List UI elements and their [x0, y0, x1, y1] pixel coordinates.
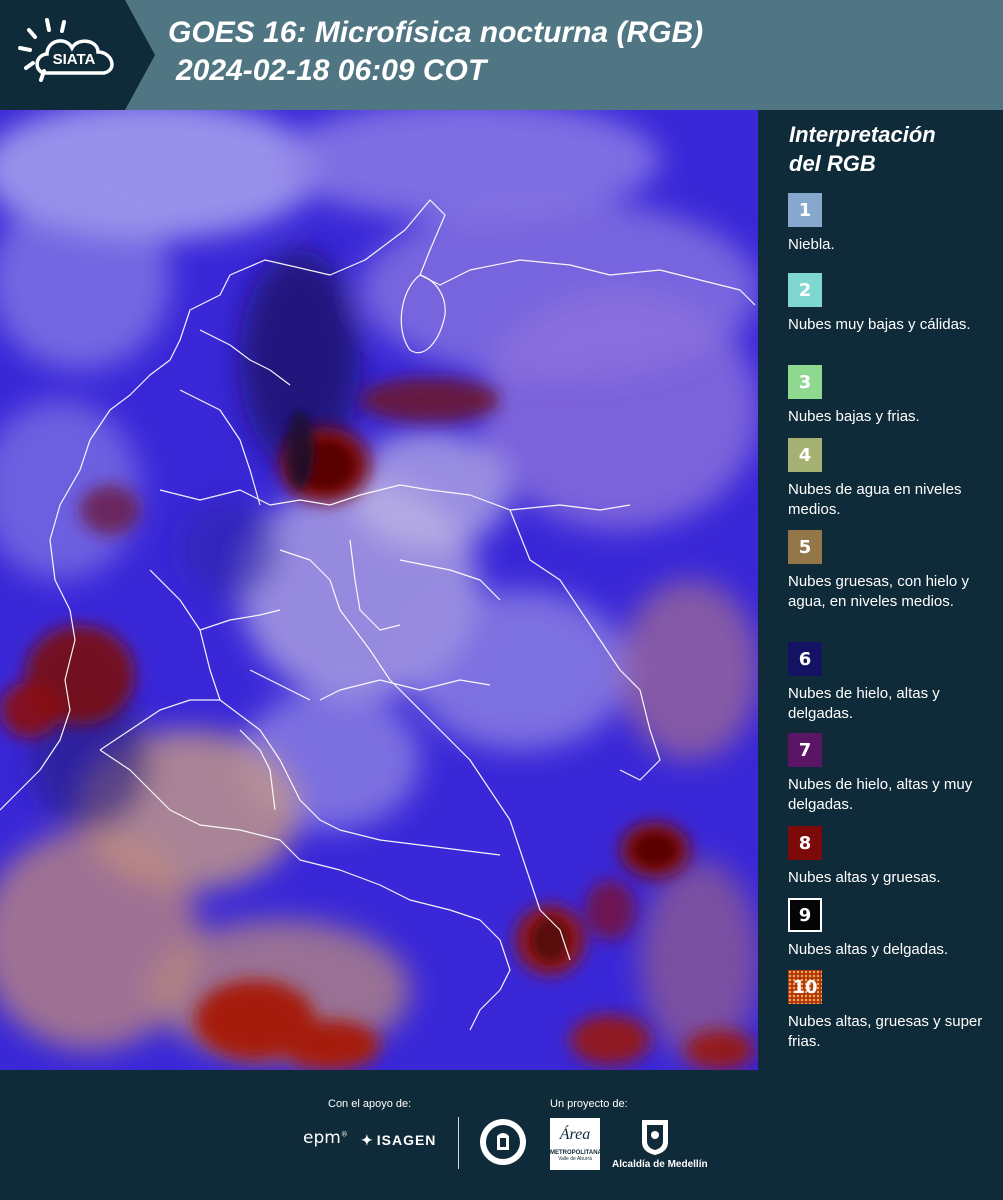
area-logo-script: Área: [559, 1126, 591, 1143]
legend-swatch: 1: [788, 193, 822, 227]
isagen-icon: ✦: [361, 1132, 374, 1148]
title-line-1: GOES 16: Microfísica nocturna (RGB): [168, 16, 704, 49]
legend-title-line-1: Interpretación: [789, 122, 936, 147]
satellite-image: [0, 110, 758, 1070]
legend-item: 6 Nubes de hielo, altas y delgadas.: [788, 642, 988, 724]
legend-swatch: 7: [788, 733, 822, 767]
legend-num: 1: [798, 199, 812, 221]
legend-swatch: 9: [788, 898, 822, 932]
legend-title: Interpretación del RGB: [789, 120, 989, 178]
legend-swatch: 6: [788, 642, 822, 676]
legend-label: Nubes gruesas, con hielo y agua, en nive…: [788, 573, 969, 610]
legend-label: Niebla.: [788, 236, 835, 253]
legend-label: Nubes muy bajas y cálidas.: [788, 316, 971, 333]
gobernacion-seal: [478, 1117, 528, 1172]
legend-num: 4: [798, 444, 812, 466]
legend-num: 6: [798, 648, 812, 670]
legend-num: 5: [798, 536, 812, 558]
legend-item: 4 Nubes de agua en niveles medios.: [788, 438, 988, 520]
legend-title-line-2: del RGB: [789, 151, 876, 176]
epm-logo-text: epm: [303, 1128, 341, 1148]
legend-label: Nubes de agua en niveles medios.: [788, 481, 962, 518]
area-logo-line-2: Valle de Aburrá: [558, 1156, 592, 1162]
legend-swatch: 10: [788, 970, 822, 1004]
project-label: Un proyecto de:: [550, 1098, 628, 1110]
legend-num: 10: [792, 976, 818, 998]
legend-label: Nubes de hielo, altas y delgadas.: [788, 685, 940, 722]
isagen-logo-text: ISAGEN: [376, 1132, 437, 1148]
legend-label: Nubes altas, gruesas y super frias.: [788, 1013, 983, 1050]
legend-item: 9 Nubes altas y delgadas.: [788, 898, 988, 960]
legend-num: 3: [798, 371, 812, 393]
isagen-logo: ✦ ISAGEN: [361, 1132, 436, 1149]
medellin-crest: [640, 1118, 670, 1161]
legend-swatch: 8: [788, 826, 822, 860]
footer-divider: [458, 1117, 459, 1169]
satellite-map: [0, 110, 758, 1070]
legend-swatch: 5: [788, 530, 822, 564]
support-label: Con el apoyo de:: [328, 1098, 412, 1110]
legend-label: Nubes bajas y frias.: [788, 408, 920, 425]
legend-item: 2 Nubes muy bajas y cálidas.: [788, 273, 988, 335]
legend-item: 8 Nubes altas y gruesas.: [788, 826, 988, 888]
legend-swatch: 4: [788, 438, 822, 472]
epm-logo: epm®: [303, 1128, 348, 1148]
legend-item: 10 Nubes altas, gruesas y super frias.: [788, 970, 988, 1052]
footer: Con el apoyo de: Un proyecto de: epm® ✦ I…: [0, 1070, 1003, 1200]
legend-num: 9: [798, 904, 812, 926]
legend-item: 1 Niebla.: [788, 193, 988, 255]
legend-label: Nubes altas y gruesas.: [788, 869, 941, 886]
legend-label: Nubes altas y delgadas.: [788, 941, 949, 958]
legend-item: 3 Nubes bajas y frias.: [788, 365, 988, 427]
header: SIATA GOES 16: Microfísica nocturna (RGB…: [0, 0, 1003, 110]
siata-logo-text: SIATA: [53, 51, 96, 68]
legend-item: 5 Nubes gruesas, con hielo y agua, en ni…: [788, 530, 988, 612]
siata-logo: SIATA: [0, 0, 155, 110]
page-title: GOES 16: Microfísica nocturna (RGB) 2024…: [168, 14, 988, 90]
legend-num: 2: [798, 279, 812, 301]
legend-label: Nubes de hielo, altas y muy delgadas.: [788, 776, 973, 813]
alcaldia-label: Alcaldía de Medellín: [612, 1159, 708, 1170]
legend-num: 7: [798, 739, 812, 761]
legend-num: 8: [798, 832, 812, 854]
title-line-2: 2024-02-18 06:09 COT: [176, 54, 487, 87]
legend-panel: Interpretación del RGB 1 Niebla. 2 Nubes…: [776, 110, 996, 1070]
legend-swatch: 3: [788, 365, 822, 399]
legend-item: 7 Nubes de hielo, altas y muy delgadas.: [788, 733, 988, 815]
area-metropolitana-logo: Área METROPOLITANA Valle de Aburrá: [550, 1118, 602, 1170]
legend-swatch: 2: [788, 273, 822, 307]
